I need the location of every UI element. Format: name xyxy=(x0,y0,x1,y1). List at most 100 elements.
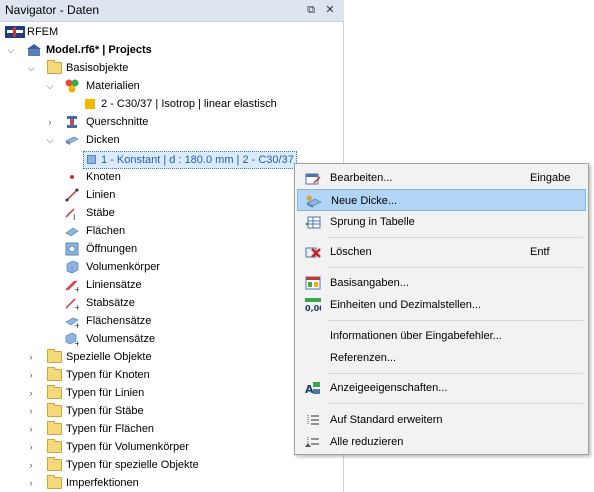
menu-item-sprung-in-tabelle[interactable]: Sprung in Tabelle xyxy=(297,211,586,233)
tree-folder-spezielle-objekte[interactable]: › Spezielle Objekte xyxy=(0,348,280,366)
chevron-down-icon[interactable]: ⌵ xyxy=(45,131,55,149)
chevron-down-icon[interactable]: ⌵ xyxy=(26,59,36,77)
tree-querschnitte[interactable]: › Querschnitte xyxy=(0,113,340,131)
display-properties-icon: A xyxy=(305,382,320,395)
pin-icon[interactable]: ⧉ xyxy=(303,2,319,18)
chevron-right-icon[interactable]: › xyxy=(26,438,36,456)
tree-folder-typen-flaechen[interactable]: › Typen für Flächen xyxy=(0,420,280,438)
svg-text:+: + xyxy=(74,285,79,292)
navigator-title: Navigator - Daten xyxy=(5,3,100,17)
line-icon xyxy=(65,188,79,202)
opening-icon xyxy=(65,242,79,256)
chevron-right-icon[interactable]: › xyxy=(26,366,36,384)
tree-materialien-label: Materialien xyxy=(86,80,140,92)
chevron-right-icon[interactable]: › xyxy=(26,402,36,420)
expand-tree-icon xyxy=(307,415,319,425)
base-data-icon xyxy=(305,276,321,290)
tree-basisobjekte[interactable]: ⌵ Basisobjekte xyxy=(0,59,340,77)
tree-staebe[interactable]: I Stäbe xyxy=(0,204,280,222)
tree-folder-typen-knoten[interactable]: › Typen für Knoten xyxy=(0,366,280,384)
menu-separator xyxy=(328,320,583,321)
tree-item-label: Flächensätze xyxy=(86,315,152,327)
tree-item-label: Stabsätze xyxy=(86,297,135,309)
menu-item-label: Sprung in Tabelle xyxy=(330,216,415,228)
table-jump-icon xyxy=(305,216,321,229)
tree-knoten[interactable]: Knoten xyxy=(0,168,280,186)
menu-item-informationen[interactable]: Informationen über Eingabefehler... xyxy=(297,325,586,347)
menu-item-referenzen[interactable]: Referenzen... xyxy=(297,347,586,369)
tree-flaechen[interactable]: Flächen xyxy=(0,222,280,240)
chevron-down-icon[interactable]: ⌵ xyxy=(6,41,16,59)
chevron-right-icon[interactable]: › xyxy=(26,384,36,402)
chevron-right-icon[interactable]: › xyxy=(26,456,36,474)
tree-linien[interactable]: Linien xyxy=(0,186,280,204)
edit-icon xyxy=(305,173,321,185)
menu-item-basisangaben[interactable]: Basisangaben... xyxy=(297,272,586,294)
thickness-icon xyxy=(65,136,79,145)
surface-set-icon: + xyxy=(65,317,79,328)
svg-text:✱: ✱ xyxy=(306,194,313,203)
svg-text:A: A xyxy=(305,383,314,395)
close-icon[interactable]: ✕ xyxy=(322,2,338,18)
tree-item-label: Flächen xyxy=(86,225,126,237)
tree-folder-typen-spezielle-objekte[interactable]: › Typen für spezielle Objekte xyxy=(0,456,280,474)
tree-material-item[interactable]: 2 - C30/37 | Isotrop | linear elastisch xyxy=(0,95,340,113)
tree-volumensaetze[interactable]: + Volumensätze xyxy=(0,330,280,348)
chevron-right-icon[interactable]: › xyxy=(26,348,36,366)
tree-folder-label: Spezielle Objekte xyxy=(66,351,152,363)
tree-dicken-label: Dicken xyxy=(86,134,120,146)
tree-volumenkoerper[interactable]: Volumenkörper xyxy=(0,258,280,276)
folder-icon xyxy=(47,421,62,435)
navigator-panel: Navigator - Daten ⧉ ✕ RFEM ⌵ Model.rf6* … xyxy=(0,0,344,492)
member-icon: I xyxy=(65,208,75,220)
menu-item-bearbeiten[interactable]: Bearbeiten... Eingabe xyxy=(297,167,586,189)
tree-model[interactable]: ⌵ Model.rf6* | Projects xyxy=(0,41,340,59)
menu-item-loeschen[interactable]: Löschen Entf xyxy=(297,241,586,263)
menu-item-neue-dicke[interactable]: ✱ Neue Dicke... xyxy=(297,189,586,211)
units-icon: 0,00 xyxy=(305,298,321,312)
tree-stabsaetze[interactable]: + Stabsätze xyxy=(0,294,280,312)
materials-icon xyxy=(65,79,79,93)
tree-folder-label: Typen für Stäbe xyxy=(66,405,144,417)
new-thickness-icon: ✱ xyxy=(306,194,322,208)
chevron-right-icon[interactable]: › xyxy=(45,113,55,131)
menu-shortcut: Entf xyxy=(530,246,550,258)
menu-item-einheiten[interactable]: 0,00 Einheiten und Dezimalstellen... xyxy=(297,294,586,316)
menu-item-alle-reduzieren[interactable]: Alle reduzieren xyxy=(297,431,586,453)
tree-item-label: Linien xyxy=(86,189,116,201)
tree-folder-typen-volumenkoerper[interactable]: › Typen für Volumenkörper xyxy=(0,438,280,456)
tree-folder-typen-linien[interactable]: › Typen für Linien xyxy=(0,384,280,402)
chevron-right-icon[interactable]: › xyxy=(26,420,36,438)
material-color-icon xyxy=(85,99,95,109)
folder-icon xyxy=(47,349,62,363)
model-icon xyxy=(27,44,41,56)
folder-icon xyxy=(47,367,62,381)
tree-oeffnungen[interactable]: Öffnungen xyxy=(0,240,280,258)
context-menu: Bearbeiten... Eingabe ✱ Neue Dicke... Sp… xyxy=(294,163,589,455)
tree-flaechensaetze[interactable]: + Flächensätze xyxy=(0,312,280,330)
svg-text:+: + xyxy=(74,303,79,310)
menu-item-auf-standard-erweitern[interactable]: Auf Standard erweitern xyxy=(297,409,586,431)
chevron-right-icon[interactable]: › xyxy=(26,474,36,492)
menu-item-label: Bearbeiten... xyxy=(330,172,393,184)
tree-root-rfem[interactable]: RFEM xyxy=(0,23,340,41)
chevron-down-icon[interactable]: ⌵ xyxy=(45,77,55,95)
units-icon-text: 0,00 xyxy=(305,304,321,312)
tree-materialien[interactable]: ⌵ Materialien xyxy=(0,77,340,95)
tree-folder-typen-staebe[interactable]: › Typen für Stäbe xyxy=(0,402,280,420)
menu-item-anzeigeeigenschaften[interactable]: A Anzeigeeigenschaften... xyxy=(297,377,586,399)
delete-icon xyxy=(305,247,321,258)
menu-separator xyxy=(328,403,583,404)
tree-dicken[interactable]: ⌵ Dicken xyxy=(0,131,340,149)
tree-folder-imperfektionen[interactable]: › Imperfektionen xyxy=(0,474,280,492)
tree-dicke-item[interactable]: 1 - Konstant | d : 180.0 mm | 2 - C30/37 xyxy=(0,151,297,169)
menu-item-label: Basisangaben... xyxy=(330,277,409,289)
folder-icon xyxy=(47,457,62,471)
folder-icon xyxy=(47,60,62,74)
tree-item-label: Volumenkörper xyxy=(86,261,160,273)
tree-querschnitte-label: Querschnitte xyxy=(86,116,149,128)
tree-dicke-item-label: 1 - Konstant | d : 180.0 mm | 2 - C30/37 xyxy=(101,154,294,166)
tree-folder-label: Typen für spezielle Objekte xyxy=(66,459,199,471)
tree-liniensaetze[interactable]: + Liniensätze xyxy=(0,276,280,294)
tree-folder-label: Typen für Linien xyxy=(66,387,145,399)
